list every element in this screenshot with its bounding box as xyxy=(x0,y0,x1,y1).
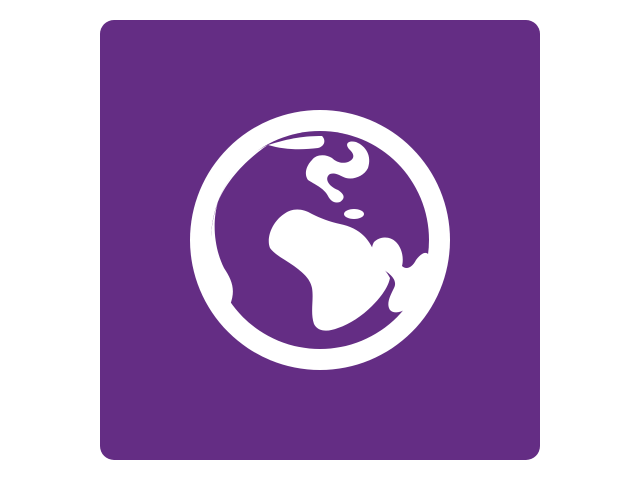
globe-land-island xyxy=(344,209,364,219)
globe-icon xyxy=(190,110,450,370)
icon-canvas xyxy=(0,0,640,480)
app-icon-tile[interactable] xyxy=(100,20,540,460)
